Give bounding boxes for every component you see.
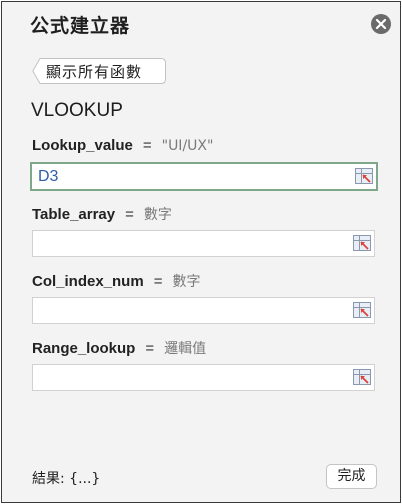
arg-equals: =: [125, 206, 134, 223]
range-lookup-field[interactable]: [32, 364, 375, 391]
result-label: 結果:: [32, 471, 65, 487]
arg-table-array-label: Table_array = 數字: [32, 204, 172, 224]
arg-hint: 數字: [172, 274, 201, 290]
lookup-value-field[interactable]: D3: [30, 162, 378, 191]
range-select-icon[interactable]: [353, 302, 371, 318]
arg-hint: 邏輯值: [164, 341, 207, 357]
arg-name: Lookup_value: [32, 137, 133, 154]
arg-name: Table_array: [32, 206, 116, 223]
col-index-num-field[interactable]: [32, 297, 375, 324]
show-all-functions-button[interactable]: 顯示所有函數: [32, 58, 166, 84]
arg-name: Range_lookup: [32, 340, 136, 357]
arg-range-lookup-label: Range_lookup = 邏輯值: [32, 338, 206, 358]
done-button[interactable]: 完成: [326, 464, 377, 489]
field-value: D3: [38, 168, 59, 185]
arg-hint: 數字: [143, 207, 172, 223]
range-select-icon[interactable]: [353, 369, 371, 385]
close-button[interactable]: [371, 14, 391, 34]
arg-name: Col_index_num: [32, 273, 144, 290]
table-array-field[interactable]: [32, 230, 375, 257]
arg-lookup-value-label: Lookup_value = "UI/UX": [32, 137, 213, 154]
range-select-icon[interactable]: [355, 168, 373, 184]
show-all-functions-label: 顯示所有函數: [46, 63, 143, 81]
range-select-icon[interactable]: [353, 235, 371, 251]
arg-col-index-num-label: Col_index_num = 數字: [32, 271, 200, 291]
close-icon: [375, 18, 387, 30]
panel-title: 公式建立器: [30, 15, 131, 37]
result-text: 結果: {...}: [32, 468, 100, 488]
arg-hint: "UI/UX": [161, 138, 214, 154]
arg-equals: =: [153, 273, 163, 290]
result-value: {...}: [69, 471, 101, 487]
arg-equals: =: [145, 340, 155, 357]
function-name: VLOOKUP: [31, 100, 123, 121]
arg-equals: =: [142, 137, 152, 154]
formula-builder-panel: 公式建立器 顯示所有函數 VLOOKUP Lookup_value = "UI/UX…: [1, 1, 401, 503]
